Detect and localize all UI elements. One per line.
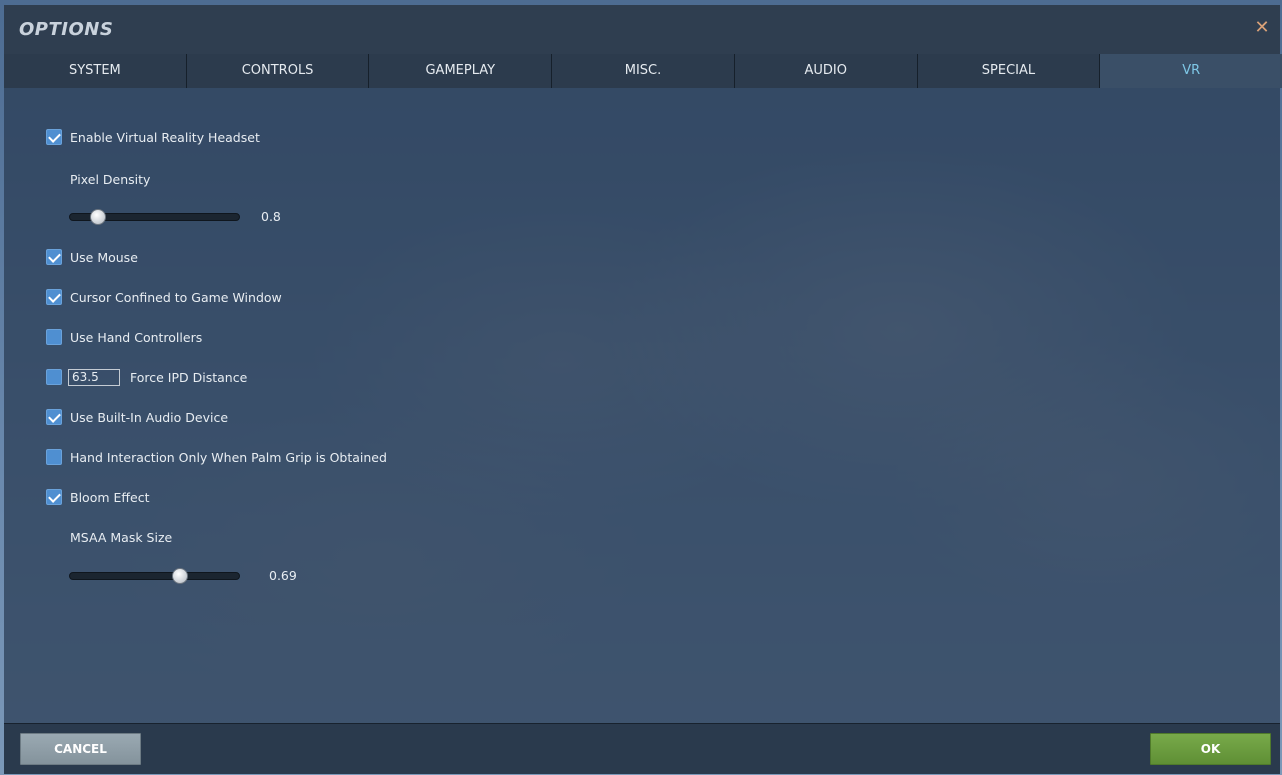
- msaa-mask-label: MSAA Mask Size: [70, 530, 173, 545]
- tab-gameplay[interactable]: GAMEPLAY: [369, 54, 553, 88]
- builtin-audio-label: Use Built-In Audio Device: [70, 409, 229, 425]
- enable-headset-row: Enable Virtual Reality Headset: [46, 127, 260, 147]
- options-dialog: OPTIONS ✕ SYSTEM CONTROLS GAMEPLAY MISC.…: [4, 5, 1282, 774]
- ok-button[interactable]: OK: [1150, 733, 1271, 765]
- close-icon[interactable]: ✕: [1252, 18, 1272, 38]
- tab-misc[interactable]: MISC.: [552, 54, 735, 88]
- enable-headset-checkbox[interactable]: [46, 129, 62, 145]
- force-ipd-label: Force IPD Distance: [130, 369, 248, 385]
- use-mouse-label: Use Mouse: [70, 249, 138, 265]
- pixel-density-slider[interactable]: [69, 209, 240, 225]
- ipd-distance-input[interactable]: [68, 368, 120, 386]
- hand-controllers-label: Use Hand Controllers: [70, 329, 203, 345]
- tab-bar: SYSTEM CONTROLS GAMEPLAY MISC. AUDIO SPE…: [4, 54, 1282, 88]
- cursor-confined-checkbox[interactable]: [46, 289, 62, 305]
- tab-system[interactable]: SYSTEM: [4, 54, 187, 88]
- msaa-mask-slider[interactable]: [69, 568, 240, 584]
- bloom-row: Bloom Effect: [46, 487, 149, 507]
- vr-settings-panel: Enable Virtual Reality Headset Pixel Den…: [4, 88, 1280, 723]
- use-mouse-checkbox[interactable]: [46, 249, 62, 265]
- use-mouse-row: Use Mouse: [46, 247, 138, 267]
- cancel-button[interactable]: CANCEL: [20, 733, 141, 765]
- pixel-density-label: Pixel Density: [70, 172, 151, 187]
- tab-audio[interactable]: AUDIO: [734, 54, 918, 88]
- force-ipd-checkbox[interactable]: [46, 369, 62, 385]
- force-ipd-row: Force IPD Distance: [46, 367, 247, 387]
- dialog-title: OPTIONS: [19, 19, 114, 40]
- builtin-audio-checkbox[interactable]: [46, 409, 62, 425]
- palm-grip-row: Hand Interaction Only When Palm Grip is …: [46, 447, 387, 467]
- msaa-mask-thumb[interactable]: [172, 568, 188, 584]
- palm-grip-label: Hand Interaction Only When Palm Grip is …: [70, 449, 387, 465]
- msaa-mask-value: 0.69: [269, 568, 297, 583]
- msaa-mask-track[interactable]: [69, 572, 240, 580]
- pixel-density-value: 0.8: [261, 209, 281, 224]
- enable-headset-label: Enable Virtual Reality Headset: [70, 129, 260, 145]
- hand-controllers-row: Use Hand Controllers: [46, 327, 202, 347]
- pixel-density-thumb[interactable]: [90, 209, 106, 225]
- tab-vr[interactable]: VR: [1100, 54, 1282, 88]
- dialog-footer: CANCEL OK: [4, 723, 1280, 774]
- bloom-checkbox[interactable]: [46, 489, 62, 505]
- tab-controls[interactable]: CONTROLS: [186, 54, 370, 88]
- tab-special[interactable]: SPECIAL: [917, 54, 1101, 88]
- hand-controllers-checkbox[interactable]: [46, 329, 62, 345]
- cursor-confined-label: Cursor Confined to Game Window: [70, 289, 282, 305]
- dialog-titlebar: OPTIONS ✕: [4, 5, 1280, 54]
- palm-grip-checkbox[interactable]: [46, 449, 62, 465]
- builtin-audio-row: Use Built-In Audio Device: [46, 407, 228, 427]
- cursor-confined-row: Cursor Confined to Game Window: [46, 287, 282, 307]
- bloom-label: Bloom Effect: [70, 489, 150, 505]
